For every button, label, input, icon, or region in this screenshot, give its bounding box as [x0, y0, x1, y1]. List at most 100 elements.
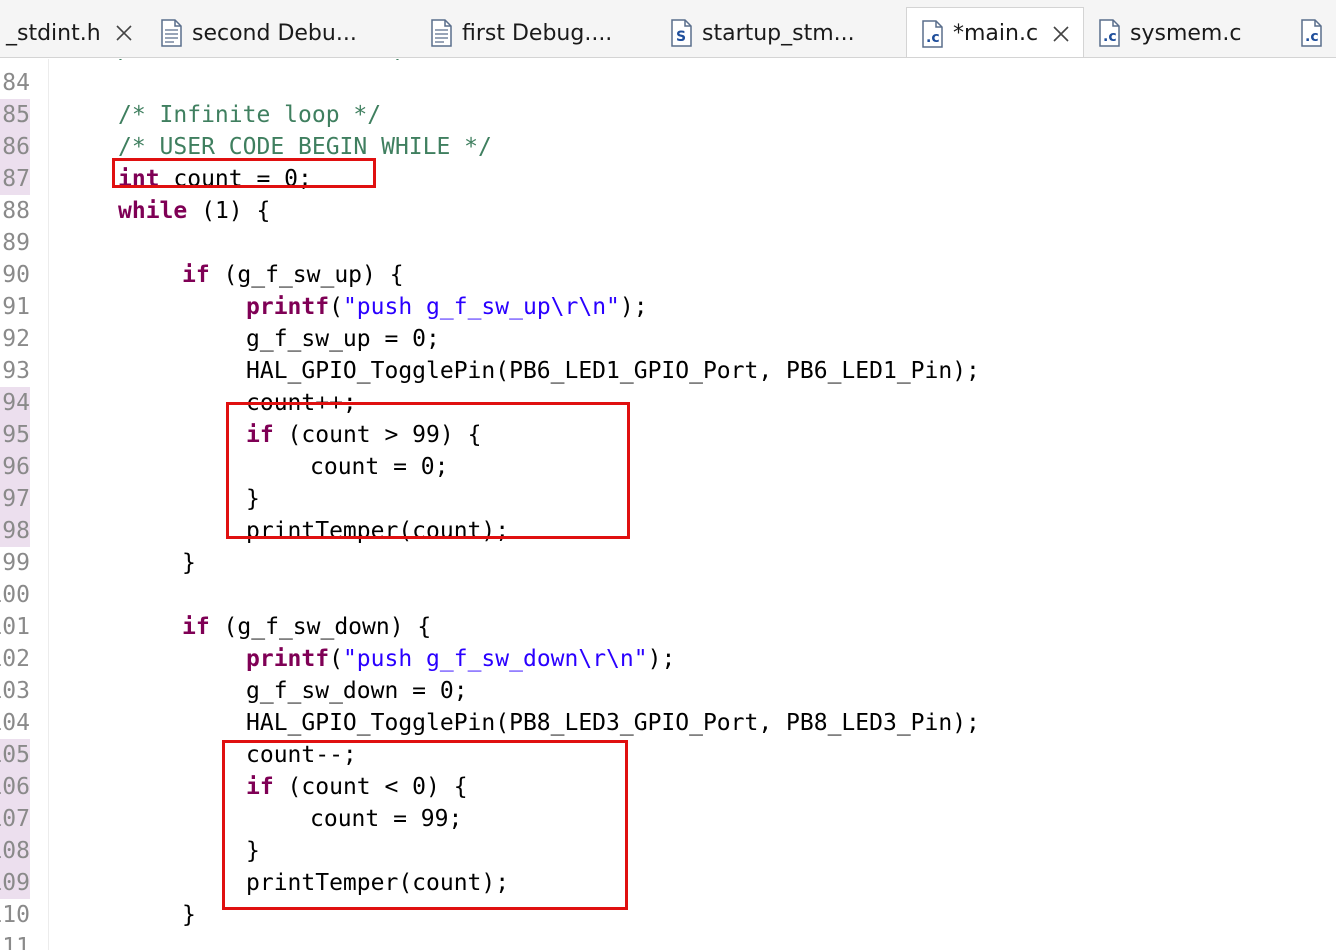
tab-main-c[interactable]: .c *main.c — [906, 7, 1084, 57]
code-text[interactable]: HAL_GPIO_TogglePin(PB8_LED3_GPIO_Port, P… — [246, 707, 980, 739]
line-number: 83 — [0, 59, 30, 67]
keyword-token: while — [118, 198, 188, 224]
line-number: 111 — [0, 934, 30, 950]
string-token: "push g_f_sw_up\r\n" — [342, 294, 620, 320]
line-number: 102 — [0, 646, 30, 672]
line-number: 87 — [0, 163, 30, 195]
code-line[interactable]: 85 /* Infinite loop */ — [0, 99, 1336, 131]
line-number: 88 — [2, 198, 30, 224]
tab-startup-stm[interactable]: S startup_stm... — [670, 8, 855, 57]
code-text[interactable]: printf("push g_f_sw_down\r\n"); — [246, 643, 675, 675]
code-token: (1) { — [187, 198, 271, 224]
tab-label: sysmem.c — [1130, 20, 1242, 46]
line-number: 109 — [0, 867, 30, 899]
close-icon[interactable] — [115, 24, 133, 42]
code-line[interactable]: 107count = 99; — [0, 803, 1336, 835]
line-number: 99 — [2, 550, 30, 576]
tab-stdint-h[interactable]: _stdint.h — [0, 8, 133, 57]
tab-first-debug[interactable]: first Debug.... — [430, 8, 612, 57]
code-line[interactable]: 92 g_f_sw_up = 0; — [0, 323, 1336, 355]
code-token: g_f_sw_up = 0; — [246, 326, 440, 352]
code-line[interactable]: 84 — [0, 67, 1336, 99]
line-number: 101 — [0, 614, 30, 640]
line-number: 92 — [2, 326, 30, 352]
highlight-box-increment — [226, 402, 630, 539]
code-token: HAL_GPIO_TogglePin(PB6_LED1_GPIO_Port, P… — [246, 358, 980, 384]
code-line[interactable]: 106if (count < 0) { — [0, 771, 1336, 803]
line-number: 104 — [0, 710, 30, 736]
code-text[interactable]: } — [182, 899, 196, 931]
svg-text:.c: .c — [1305, 29, 1319, 45]
line-number: 89 — [2, 230, 30, 256]
code-line[interactable]: 96 count = 0; — [0, 451, 1336, 483]
document-icon — [431, 19, 452, 47]
code-line[interactable]: 83 /* USER CODE END 2 */ — [0, 59, 1336, 67]
code-text[interactable]: while (1) { — [118, 195, 270, 227]
code-line[interactable]: 91 printf("push g_f_sw_up\r\n"); — [0, 291, 1336, 323]
code-token: ); — [619, 294, 648, 320]
code-text[interactable]: } — [182, 547, 196, 579]
code-line[interactable]: 104 HAL_GPIO_TogglePin(PB8_LED3_GPIO_Port… — [0, 707, 1336, 739]
line-number: 108 — [0, 835, 30, 867]
line-number: 106 — [0, 771, 30, 803]
code-text[interactable]: /* USER CODE END 2 */ — [118, 59, 409, 67]
svg-text:.c: .c — [926, 30, 940, 46]
tab-sysmem-c[interactable]: .c sysmem.c — [1098, 8, 1242, 57]
keyword-token: printf — [246, 646, 330, 672]
code-line[interactable]: 98 printTemper(count); — [0, 515, 1336, 547]
comment-token: /* USER CODE BEGIN WHILE */ — [118, 134, 492, 160]
code-line[interactable]: 108} — [0, 835, 1336, 867]
code-token: g_f_sw_down = 0; — [246, 678, 468, 704]
code-token: (g_f_sw_down) { — [209, 614, 432, 640]
comment-token: /* USER CODE END 2 */ — [118, 59, 409, 64]
editor-tab-bar: _stdint.h second Debu... first Debug....… — [0, 0, 1336, 58]
code-line[interactable]: 103 g_f_sw_down = 0; — [0, 675, 1336, 707]
svg-text:.c: .c — [1103, 29, 1117, 45]
code-token: } — [182, 550, 196, 576]
line-number: 98 — [0, 515, 30, 547]
code-text[interactable]: g_f_sw_down = 0; — [246, 675, 468, 707]
line-number: 84 — [2, 70, 30, 96]
code-token: HAL_GPIO_TogglePin(PB8_LED3_GPIO_Port, P… — [246, 710, 980, 736]
tab-overflow[interactable]: .c — [1300, 8, 1332, 57]
line-number: 86 — [0, 131, 30, 163]
line-number: 97 — [0, 483, 30, 515]
tab-second-debug[interactable]: second Debu... — [160, 8, 357, 57]
code-text[interactable]: if (g_f_sw_up) { — [182, 259, 404, 291]
code-line[interactable]: 89 — [0, 227, 1336, 259]
code-line[interactable]: 102 printf("push g_f_sw_down\r\n"); — [0, 643, 1336, 675]
code-text[interactable]: if (g_f_sw_down) { — [182, 611, 431, 643]
close-icon[interactable] — [1052, 25, 1070, 43]
code-line[interactable]: 94 count++; — [0, 387, 1336, 419]
code-line[interactable]: 105count--; — [0, 739, 1336, 771]
code-line[interactable]: 95 if (count > 99) { — [0, 419, 1336, 451]
code-line[interactable]: 97} — [0, 483, 1336, 515]
line-number: 91 — [2, 294, 30, 320]
code-line[interactable]: 111 — [0, 931, 1336, 950]
code-line[interactable]: 110} — [0, 899, 1336, 931]
code-line[interactable]: 101 if (g_f_sw_down) { — [0, 611, 1336, 643]
keyword-token: printf — [246, 294, 330, 320]
tab-label: startup_stm... — [702, 20, 855, 46]
keyword-token: if — [182, 262, 210, 288]
code-line[interactable]: 93 HAL_GPIO_TogglePin(PB6_LED1_GPIO_Port,… — [0, 355, 1336, 387]
line-number: 107 — [0, 803, 30, 835]
tab-label: second Debu... — [192, 20, 357, 46]
code-text[interactable]: printf("push g_f_sw_up\r\n"); — [246, 291, 648, 323]
code-token: } — [182, 902, 196, 928]
code-token: ); — [647, 646, 676, 672]
code-line[interactable]: 88 while (1) { — [0, 195, 1336, 227]
code-text[interactable]: g_f_sw_up = 0; — [246, 323, 440, 355]
code-text[interactable]: /* Infinite loop */ — [118, 99, 381, 131]
code-text[interactable]: HAL_GPIO_TogglePin(PB6_LED1_GPIO_Port, P… — [246, 355, 980, 387]
code-editor[interactable]: 83 /* USER CODE END 2 */ 84 85 /* Infinite l… — [0, 59, 1336, 950]
line-number: 93 — [2, 358, 30, 384]
code-line[interactable]: 109printTemper(count); — [0, 867, 1336, 899]
line-number: 95 — [0, 419, 30, 451]
code-line[interactable]: 90 if (g_f_sw_up) { — [0, 259, 1336, 291]
c-file-icon: .c — [1301, 19, 1322, 47]
code-line[interactable]: 100 — [0, 579, 1336, 611]
line-number: 96 — [0, 451, 30, 483]
code-line[interactable]: 99} — [0, 547, 1336, 579]
string-token: "push g_f_sw_down\r\n" — [342, 646, 648, 672]
